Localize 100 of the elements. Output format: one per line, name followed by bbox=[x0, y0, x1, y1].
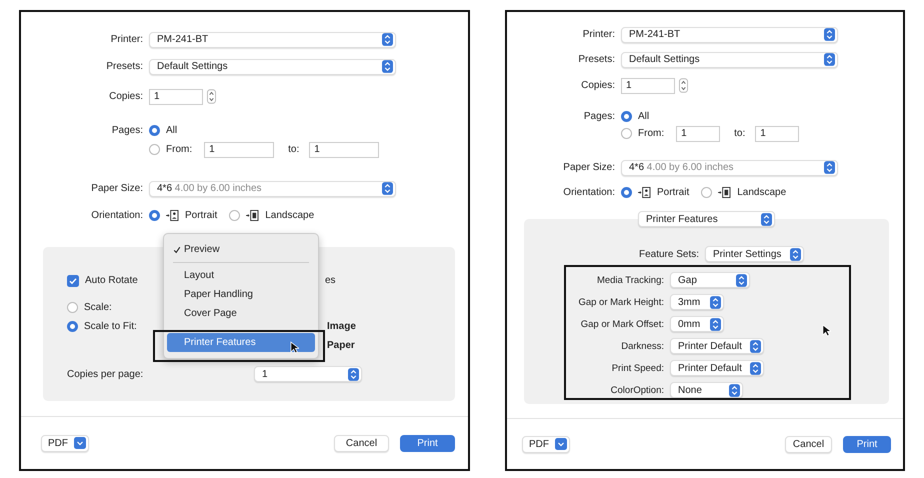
copies-label: Copies: bbox=[108, 91, 143, 102]
presets-label: Presets: bbox=[577, 54, 615, 65]
presets-popup[interactable]: Default Settings bbox=[621, 52, 838, 68]
stepper-icon[interactable] bbox=[679, 78, 688, 93]
pages-label: Pages: bbox=[110, 125, 143, 136]
cancel-button[interactable]: Cancel bbox=[785, 436, 832, 452]
stepper-icon bbox=[750, 340, 761, 352]
pages-label: Pages: bbox=[582, 111, 615, 122]
radio-button[interactable] bbox=[701, 187, 712, 198]
scale-label: Scale: bbox=[84, 302, 112, 313]
stepper-icon bbox=[824, 161, 835, 174]
paper-size-label: Paper Size: bbox=[562, 162, 615, 173]
partial-label: Paper bbox=[327, 340, 355, 351]
menu-item[interactable]: Cover Page bbox=[167, 304, 315, 323]
from-field[interactable]: 1 bbox=[204, 142, 274, 158]
print-button[interactable]: Print bbox=[843, 436, 891, 452]
all-label: All bbox=[638, 111, 650, 122]
cursor-icon bbox=[822, 324, 831, 337]
orientation-option-label: Portrait bbox=[657, 187, 690, 198]
radio-button[interactable] bbox=[621, 111, 632, 122]
orientation-option-label: Portrait bbox=[185, 210, 218, 221]
printer-popup[interactable]: PM-241-BT bbox=[149, 32, 396, 48]
stepper-icon bbox=[382, 60, 393, 73]
stepper-icon bbox=[382, 182, 393, 195]
pdf-button[interactable]: PDF bbox=[522, 436, 570, 452]
printer-label: Printer: bbox=[582, 29, 615, 40]
print-button[interactable]: Print bbox=[400, 434, 455, 452]
portrait-icon bbox=[638, 187, 651, 198]
feature-popup[interactable]: 0mm bbox=[670, 316, 724, 332]
orientation-label: Orientation: bbox=[90, 210, 143, 221]
feature-popup[interactable]: Printer Default bbox=[670, 360, 764, 376]
cursor-icon bbox=[290, 341, 299, 354]
feature-label: Gap or Mark Height: bbox=[577, 296, 664, 308]
feature-popup[interactable]: None bbox=[670, 382, 743, 398]
orientation-option-label: Landscape bbox=[737, 187, 786, 198]
feature-label: ColorOption: bbox=[610, 384, 664, 396]
paper-size-popup[interactable]: 4*6 4.00 by 6.00 inches bbox=[149, 180, 396, 196]
feature-label: Gap or Mark Offset: bbox=[580, 318, 664, 330]
stepper-icon bbox=[761, 212, 772, 226]
radio-button[interactable] bbox=[621, 128, 632, 139]
presets-label: Presets: bbox=[105, 61, 143, 72]
stepper-icon[interactable] bbox=[207, 89, 216, 104]
feature-popup[interactable]: 3mm bbox=[670, 294, 724, 310]
feature-label: Print Speed: bbox=[610, 362, 664, 374]
pdf-button[interactable]: PDF bbox=[41, 434, 89, 452]
stepper-icon bbox=[382, 33, 393, 46]
copies-label: Copies: bbox=[580, 80, 615, 91]
stepper-icon bbox=[824, 28, 835, 41]
printer-label: Printer: bbox=[110, 34, 143, 45]
landscape-icon bbox=[718, 187, 732, 198]
check-icon bbox=[173, 246, 181, 254]
chevron-down-icon bbox=[74, 437, 86, 449]
radio-button[interactable] bbox=[149, 210, 160, 221]
portrait-icon bbox=[166, 210, 179, 221]
orientation-label: Orientation: bbox=[562, 187, 615, 198]
copies-per-page-popup[interactable]: 1 bbox=[254, 366, 362, 382]
menu-item[interactable]: Preview bbox=[167, 240, 315, 259]
stepper-icon bbox=[348, 368, 359, 380]
copies-field[interactable]: 1 bbox=[149, 88, 203, 104]
to-label: to: bbox=[734, 128, 746, 139]
feature-popup[interactable]: Gap bbox=[670, 272, 750, 288]
stepper-icon bbox=[750, 362, 761, 374]
stepper-icon bbox=[736, 274, 747, 286]
stepper-icon bbox=[824, 53, 835, 66]
menu-item[interactable]: Paper Handling bbox=[167, 285, 315, 304]
to-field[interactable]: 1 bbox=[755, 126, 800, 142]
presets-popup[interactable]: Default Settings bbox=[149, 58, 396, 74]
from-label: From: bbox=[638, 128, 664, 139]
radio-button[interactable] bbox=[149, 125, 160, 136]
feature-sets-label: Feature Sets: bbox=[638, 248, 700, 260]
partial-label: es bbox=[325, 275, 336, 286]
copies-per-page-label: Copies per page: bbox=[67, 368, 144, 380]
printer-popup[interactable]: PM-241-BT bbox=[621, 26, 838, 42]
to-field[interactable]: 1 bbox=[309, 142, 380, 158]
to-label: to: bbox=[288, 144, 300, 155]
radio-button[interactable] bbox=[149, 144, 160, 155]
cancel-button[interactable]: Cancel bbox=[334, 434, 389, 452]
menu-item[interactable]: Layout bbox=[167, 266, 315, 285]
stepper-icon bbox=[710, 318, 721, 330]
chevron-down-icon bbox=[555, 438, 567, 450]
all-label: All bbox=[166, 125, 178, 136]
radio-button[interactable] bbox=[67, 302, 78, 313]
orientation-option-label: Landscape bbox=[265, 210, 314, 221]
checkbox[interactable] bbox=[67, 274, 79, 286]
from-field[interactable]: 1 bbox=[676, 126, 720, 142]
feature-sets-popup[interactable]: Printer Settings bbox=[705, 246, 804, 262]
paper-size-popup[interactable]: 4*6 4.00 by 6.00 inches bbox=[621, 160, 838, 176]
radio-button[interactable] bbox=[229, 210, 240, 221]
menu-item[interactable]: Printer Features bbox=[167, 333, 315, 352]
section-popup[interactable]: Printer Features bbox=[638, 211, 775, 227]
partial-label: Image bbox=[327, 321, 356, 332]
feature-label: Darkness: bbox=[620, 340, 664, 352]
radio-button[interactable] bbox=[621, 187, 632, 198]
feature-label: Media Tracking: bbox=[596, 274, 664, 286]
stepper-icon bbox=[790, 248, 802, 260]
copies-field[interactable]: 1 bbox=[621, 78, 675, 94]
from-label: From: bbox=[166, 144, 192, 155]
radio-button[interactable] bbox=[67, 321, 78, 332]
feature-popup[interactable]: Printer Default bbox=[670, 338, 764, 354]
paper-size-label: Paper Size: bbox=[90, 183, 143, 194]
